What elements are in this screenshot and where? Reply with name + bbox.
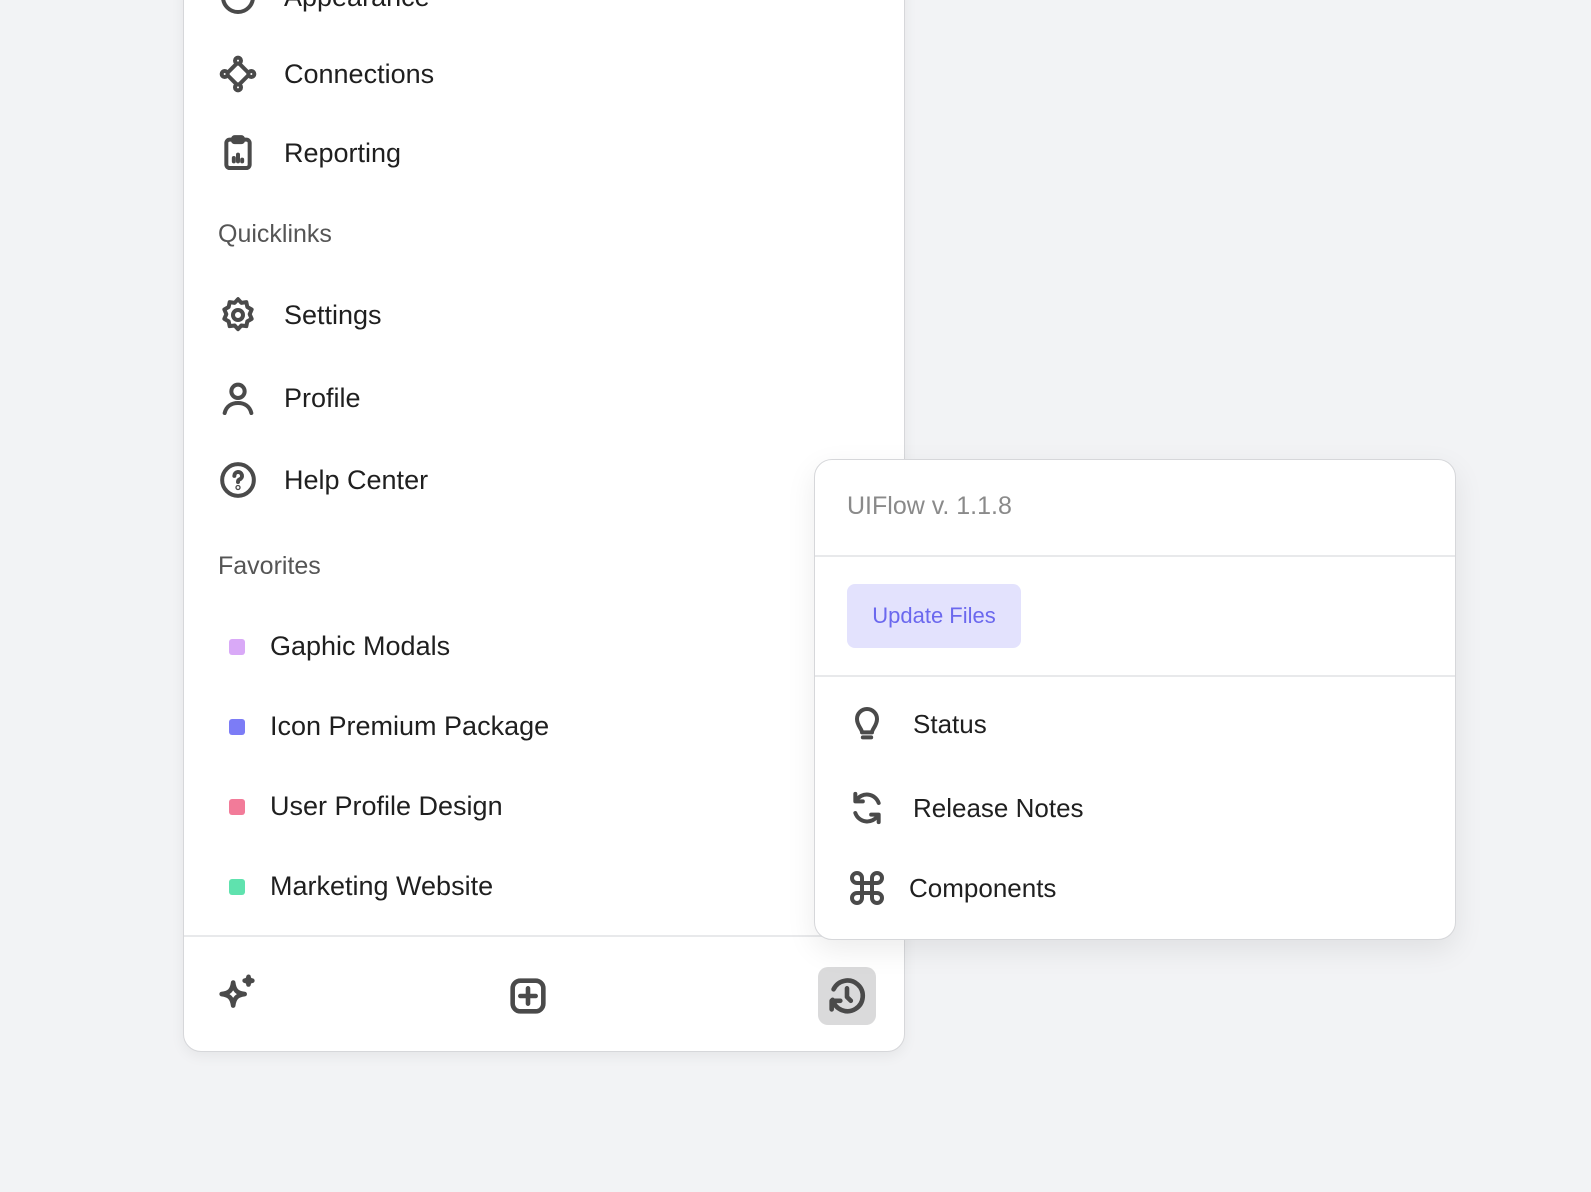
footer-divider bbox=[184, 935, 904, 937]
version-popover: UIFlow v. 1.1.8 Update Files Status Rele… bbox=[814, 459, 1456, 940]
favorite-item[interactable]: Gaphic Modals bbox=[229, 631, 450, 662]
sparkles-icon bbox=[214, 973, 260, 1019]
popover-divider bbox=[815, 675, 1455, 677]
version-label: UIFlow v. 1.1.8 bbox=[847, 492, 1012, 521]
clipboard-chart-icon bbox=[218, 133, 258, 173]
popover-item-label: Components bbox=[909, 873, 1056, 904]
favorite-item[interactable]: Icon Premium Package bbox=[229, 711, 549, 742]
color-dot bbox=[229, 719, 245, 735]
quicklink-settings[interactable]: Settings bbox=[218, 295, 382, 335]
add-button[interactable] bbox=[499, 967, 557, 1025]
popover-item-status[interactable]: Status bbox=[847, 704, 987, 744]
favorite-label: Marketing Website bbox=[270, 871, 493, 902]
history-icon bbox=[824, 973, 870, 1019]
nav-item-appearance[interactable]: Appearance bbox=[218, 0, 430, 17]
popover-item-release-notes[interactable]: Release Notes bbox=[847, 788, 1084, 828]
popover-item-label: Release Notes bbox=[913, 793, 1084, 824]
favorites-heading: Favorites bbox=[218, 552, 321, 581]
quicklink-profile[interactable]: Profile bbox=[218, 378, 361, 418]
quicklink-label: Help Center bbox=[284, 465, 428, 496]
connections-icon bbox=[218, 54, 258, 94]
favorite-item[interactable]: User Profile Design bbox=[229, 791, 503, 822]
update-files-button[interactable]: Update Files bbox=[847, 584, 1021, 648]
nav-item-label: Appearance bbox=[284, 0, 430, 13]
lightbulb-icon bbox=[847, 704, 887, 744]
user-icon bbox=[218, 378, 258, 418]
sidebar-panel: Appearance Connections Reporting Quickli… bbox=[183, 0, 905, 1052]
popover-divider bbox=[815, 555, 1455, 557]
refresh-icon bbox=[847, 788, 887, 828]
favorite-item[interactable]: Marketing Website bbox=[229, 871, 493, 902]
favorite-label: Gaphic Modals bbox=[270, 631, 450, 662]
ai-button[interactable] bbox=[208, 967, 266, 1025]
history-button[interactable] bbox=[818, 967, 876, 1025]
favorite-label: User Profile Design bbox=[270, 791, 503, 822]
quicklinks-heading: Quicklinks bbox=[218, 220, 332, 249]
command-icon bbox=[847, 868, 887, 908]
favorite-label: Icon Premium Package bbox=[270, 711, 549, 742]
gear-icon bbox=[218, 295, 258, 335]
quicklink-label: Settings bbox=[284, 300, 382, 331]
color-dot bbox=[229, 639, 245, 655]
popover-item-components[interactable]: Components bbox=[847, 868, 1056, 908]
help-icon bbox=[218, 460, 258, 500]
nav-item-label: Connections bbox=[284, 59, 434, 90]
nav-item-label: Reporting bbox=[284, 138, 401, 169]
color-dot bbox=[229, 799, 245, 815]
nav-item-reporting[interactable]: Reporting bbox=[218, 133, 401, 173]
palette-icon bbox=[218, 0, 258, 17]
color-dot bbox=[229, 879, 245, 895]
quicklink-help-center[interactable]: Help Center bbox=[218, 460, 428, 500]
popover-item-label: Status bbox=[913, 709, 987, 740]
quicklink-label: Profile bbox=[284, 383, 361, 414]
add-square-icon bbox=[505, 973, 551, 1019]
nav-item-connections[interactable]: Connections bbox=[218, 54, 434, 94]
